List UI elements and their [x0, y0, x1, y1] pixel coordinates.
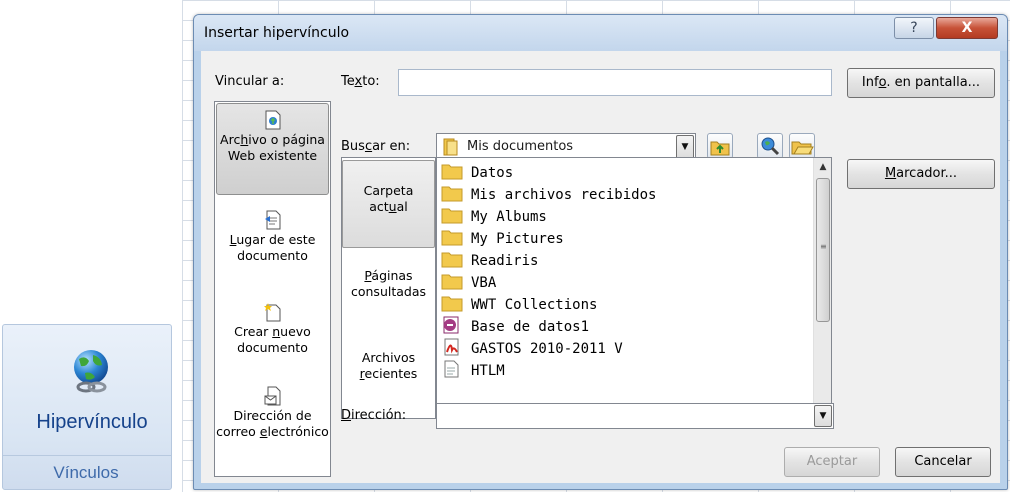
- help-button[interactable]: ?: [894, 17, 934, 39]
- ribbon-group-label: Vínculos: [53, 463, 119, 482]
- link-to-existing-file-label: Archivo o página Web existente: [220, 132, 325, 163]
- browse-file-button[interactable]: [789, 133, 815, 159]
- folder-icon: [441, 252, 463, 268]
- ok-button[interactable]: Aceptar: [784, 447, 880, 477]
- ribbon-group-links: Hipervínculo Vínculos: [2, 324, 172, 490]
- link-to-panel: Archivo o página Web existente Lugar de …: [214, 101, 331, 477]
- dialog-title: Insertar hipervínculo: [204, 25, 350, 41]
- screentip-button[interactable]: Info. en pantalla...: [847, 68, 995, 98]
- bookmark-button[interactable]: Marcador...: [847, 159, 995, 189]
- grip-icon: ≡: [820, 242, 827, 251]
- scroll-thumb[interactable]: ≡: [816, 178, 830, 322]
- nav-browsed-pages[interactable]: Páginas consultadas: [342, 258, 435, 318]
- folder-icon: [441, 186, 463, 202]
- address-dropdown-button[interactable]: ▼: [814, 405, 832, 427]
- link-to-new-document-label: Crear nuevo documento: [234, 324, 311, 355]
- document-place-icon: [264, 210, 280, 230]
- link-to-label: Vincular a:: [215, 74, 285, 89]
- list-item[interactable]: GASTOS 2010-2011 V: [441, 338, 623, 360]
- browse-file-icon: [791, 141, 814, 155]
- cancel-button[interactable]: Cancelar: [895, 447, 991, 477]
- up-one-folder-button[interactable]: [707, 133, 733, 159]
- location-nav: Carpeta actual Páginas consultadas Archi…: [341, 157, 436, 419]
- file-page-icon: [265, 110, 280, 130]
- link-to-new-document[interactable]: Crear nuevo documento: [216, 302, 329, 372]
- link-to-place-in-document[interactable]: Lugar de este documento: [216, 210, 329, 280]
- ribbon-separator: [3, 455, 171, 456]
- access-file-icon: [443, 316, 459, 334]
- email-address-icon: [264, 386, 280, 406]
- folder-icon: [441, 164, 463, 180]
- link-to-place-label: Lugar de este documento: [229, 232, 316, 263]
- pdf-file-icon: [444, 338, 459, 356]
- list-item[interactable]: Readiris: [441, 250, 538, 272]
- html-file-icon: [444, 360, 459, 378]
- browse-web-button[interactable]: [757, 133, 783, 159]
- folder-icon: [441, 274, 463, 290]
- list-item[interactable]: Datos: [441, 162, 513, 184]
- chevron-up-icon: ▲: [819, 162, 827, 172]
- list-item[interactable]: Base de datos1: [441, 316, 589, 338]
- list-item[interactable]: HTLM: [441, 360, 505, 382]
- text-to-display-input[interactable]: [398, 69, 832, 96]
- list-item[interactable]: WWT Collections: [441, 294, 597, 316]
- file-list-scrollbar[interactable]: ▲ ≡ ▼: [813, 158, 831, 418]
- link-to-email-label: Dirección de correo electrónico: [216, 408, 329, 439]
- insert-hyperlink-dialog: Insertar hipervínculo ? X Vincular a: Ar…: [193, 14, 1008, 490]
- text-to-display-label: Texto:: [341, 74, 380, 89]
- look-in-value: Mis documentos: [467, 139, 574, 154]
- look-in-dropdown-button[interactable]: ▼: [676, 135, 694, 159]
- new-document-icon: [263, 303, 280, 322]
- look-in-label: Buscar en:: [341, 139, 411, 154]
- folder-icon: [441, 296, 463, 312]
- help-icon: ?: [910, 20, 918, 36]
- nav-recent-files[interactable]: Archivos recientes: [342, 330, 435, 410]
- dialog-client-area: Vincular a: Archivo o página Web existen…: [201, 51, 1000, 483]
- chevron-down-icon: ▼: [681, 142, 689, 152]
- close-icon: X: [961, 20, 973, 36]
- list-item[interactable]: VBA: [441, 272, 496, 294]
- nav-current-folder[interactable]: Carpeta actual: [342, 160, 435, 248]
- browse-web-icon: [761, 137, 780, 156]
- globe-link-icon: [74, 350, 108, 393]
- file-list[interactable]: Datos Mis archivos recibidos My Albums M…: [436, 157, 832, 419]
- scroll-up-button[interactable]: ▲: [814, 158, 832, 176]
- link-to-existing-file[interactable]: Archivo o página Web existente: [216, 103, 329, 195]
- hyperlink-ribbon-button[interactable]: Hipervínculo: [9, 329, 165, 453]
- address-combobox[interactable]: ▼: [436, 403, 834, 429]
- link-to-email-address[interactable]: Dirección de correo electrónico: [216, 386, 329, 472]
- address-label: Dirección:: [341, 408, 407, 423]
- dialog-titlebar[interactable]: Insertar hipervínculo ? X: [194, 15, 1007, 51]
- chevron-down-icon: ▼: [819, 411, 827, 421]
- list-item[interactable]: Mis archivos recibidos: [441, 184, 656, 206]
- up-folder-icon: [710, 141, 730, 156]
- list-item[interactable]: My Albums: [441, 206, 547, 228]
- folder-icon: [441, 230, 463, 246]
- hyperlink-button-label: Hipervínculo: [36, 411, 148, 433]
- close-button[interactable]: X: [936, 17, 998, 39]
- folder-icon: [441, 208, 463, 224]
- list-item[interactable]: My Pictures: [441, 228, 564, 250]
- documents-folder-icon: [443, 138, 458, 156]
